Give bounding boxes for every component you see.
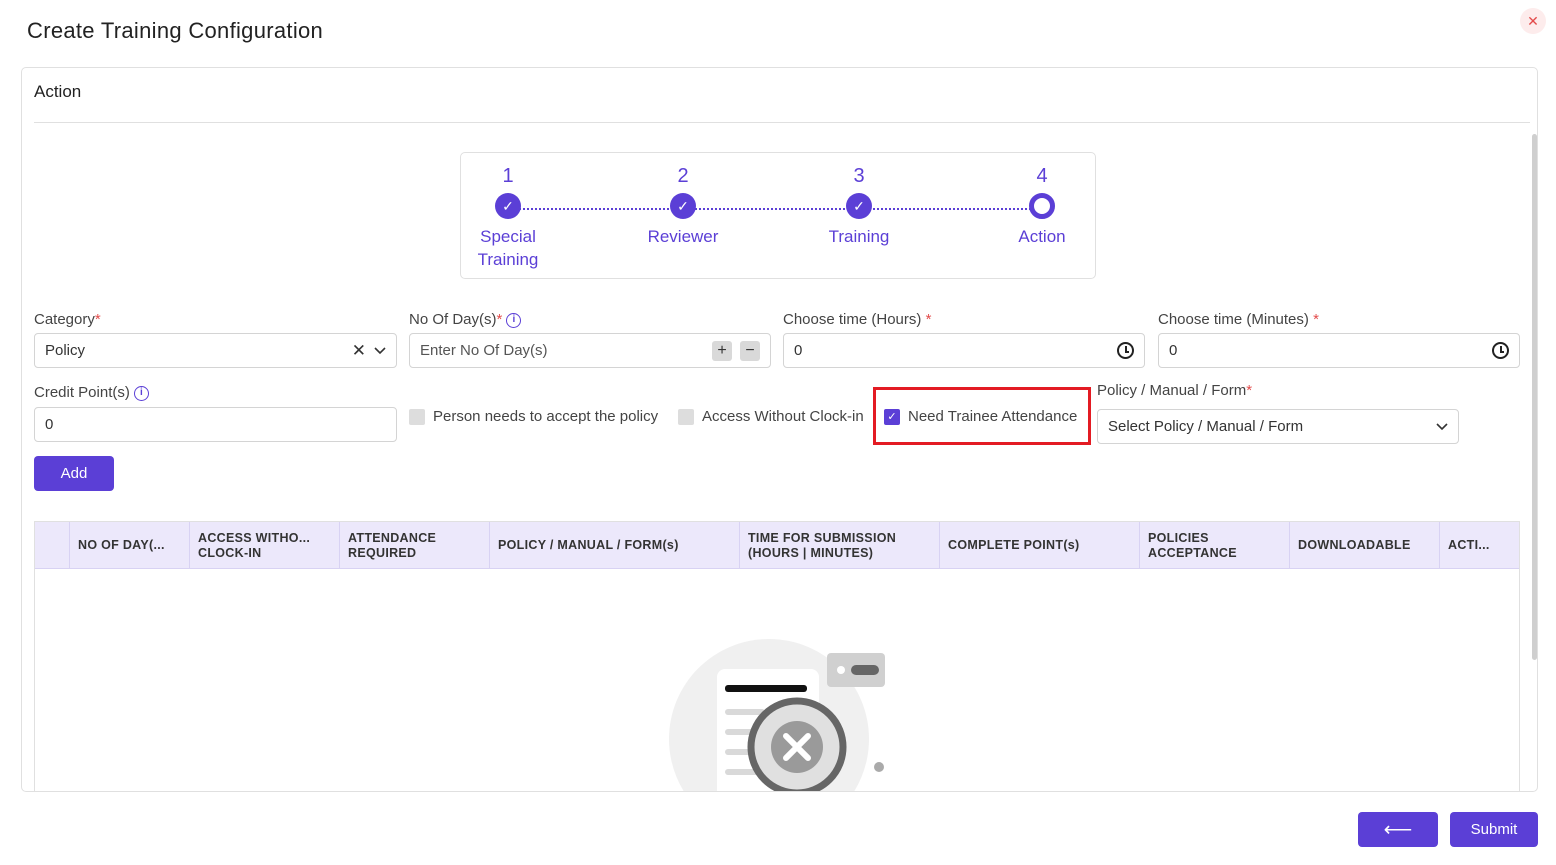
- hours-input[interactable]: 0: [783, 333, 1145, 368]
- arrow-left-icon[interactable]: ⟵: [1358, 812, 1438, 847]
- step-reviewer[interactable]: 2 ✓ Reviewer: [633, 163, 733, 248]
- add-button[interactable]: Add: [34, 456, 114, 491]
- column-header[interactable]: POLICIES ACCEPTANCE: [1139, 522, 1289, 569]
- step-training[interactable]: 3 ✓ Training: [809, 163, 909, 248]
- column-header[interactable]: DOWNLOADABLE: [1289, 522, 1439, 569]
- step-number: 3: [853, 165, 865, 187]
- info-icon[interactable]: i: [133, 385, 149, 401]
- divider: [34, 122, 1530, 123]
- minutes-label: Choose time (Minutes) *: [1158, 311, 1319, 328]
- config-table: NO OF DAY(... ACCESS WITHO... CLOCK-IN A…: [34, 521, 1520, 791]
- access-without-clockin-checkbox[interactable]: Access Without Clock-in: [678, 408, 864, 425]
- check-icon: ✓: [495, 193, 521, 219]
- highlight-box: [873, 387, 1091, 445]
- column-header[interactable]: NO OF DAY(...: [69, 522, 189, 569]
- no-data-icon: [669, 639, 885, 791]
- check-icon: ✓: [846, 193, 872, 219]
- clock-icon[interactable]: [1492, 342, 1509, 359]
- card-header: Action: [34, 82, 82, 101]
- column-header[interactable]: ACCESS WITHO... CLOCK-IN: [189, 522, 339, 569]
- modal-title: Create Training Configuration: [27, 18, 324, 43]
- credit-points-input[interactable]: 0: [34, 407, 397, 442]
- category-label: Category*: [34, 311, 101, 328]
- column-header[interactable]: POLICY / MANUAL / FORM(s): [489, 522, 739, 569]
- checkbox-icon[interactable]: [409, 408, 425, 425]
- chevron-down-icon[interactable]: [374, 342, 386, 360]
- step-label: Training: [828, 227, 890, 246]
- info-icon[interactable]: i: [506, 312, 522, 328]
- no-of-days-label: No Of Day(s)* i: [409, 311, 522, 328]
- stepper: 1 ✓ Special Training 2 ✓ Reviewer 3 ✓ Tr…: [460, 152, 1096, 279]
- step-number: 2: [677, 165, 689, 187]
- checkbox-icon[interactable]: [678, 408, 694, 425]
- step-label: Reviewer: [647, 227, 719, 246]
- hours-label: Choose time (Hours) *: [783, 311, 932, 328]
- close-icon[interactable]: ✕: [1520, 8, 1546, 34]
- create-training-modal: Create Training Configuration ✕ Action 1…: [0, 0, 1556, 865]
- scrollbar[interactable]: [1532, 134, 1537, 660]
- policy-manual-form-select[interactable]: Select Policy / Manual / Form: [1097, 409, 1459, 444]
- step-special-training[interactable]: 1 ✓ Special Training: [458, 163, 558, 271]
- credit-points-label: Credit Point(s) i: [34, 384, 149, 401]
- category-select[interactable]: Policy ✕: [34, 333, 397, 368]
- column-header[interactable]: TIME FOR SUBMISSION (HOURS | MINUTES): [739, 522, 939, 569]
- check-icon: ✓: [670, 193, 696, 219]
- step-label: Special Training: [477, 227, 539, 269]
- clear-icon[interactable]: ✕: [352, 341, 366, 361]
- select-column-header: [35, 522, 69, 569]
- active-step-icon: [1029, 193, 1055, 219]
- table-header: NO OF DAY(... ACCESS WITHO... CLOCK-IN A…: [35, 522, 1519, 569]
- accept-policy-checkbox[interactable]: Person needs to accept the policy: [409, 408, 658, 425]
- decrement-icon[interactable]: −: [740, 340, 760, 361]
- clock-icon[interactable]: [1117, 342, 1134, 359]
- no-of-days-input[interactable]: Enter No Of Day(s) + −: [409, 333, 771, 368]
- column-header[interactable]: COMPLETE POINT(s): [939, 522, 1139, 569]
- column-header[interactable]: ACTI...: [1439, 522, 1519, 569]
- step-number: 4: [1036, 165, 1048, 187]
- submit-button[interactable]: Submit: [1450, 812, 1538, 847]
- chevron-down-icon[interactable]: [1436, 418, 1448, 435]
- minutes-input[interactable]: 0: [1158, 333, 1520, 368]
- step-number: 1: [502, 165, 514, 187]
- increment-icon[interactable]: +: [712, 340, 732, 361]
- column-header[interactable]: ATTENDANCE REQUIRED: [339, 522, 489, 569]
- policy-manual-form-label: Policy / Manual / Form*: [1097, 382, 1253, 399]
- step-action[interactable]: 4 Action: [992, 163, 1092, 248]
- step-label: Action: [1018, 227, 1066, 246]
